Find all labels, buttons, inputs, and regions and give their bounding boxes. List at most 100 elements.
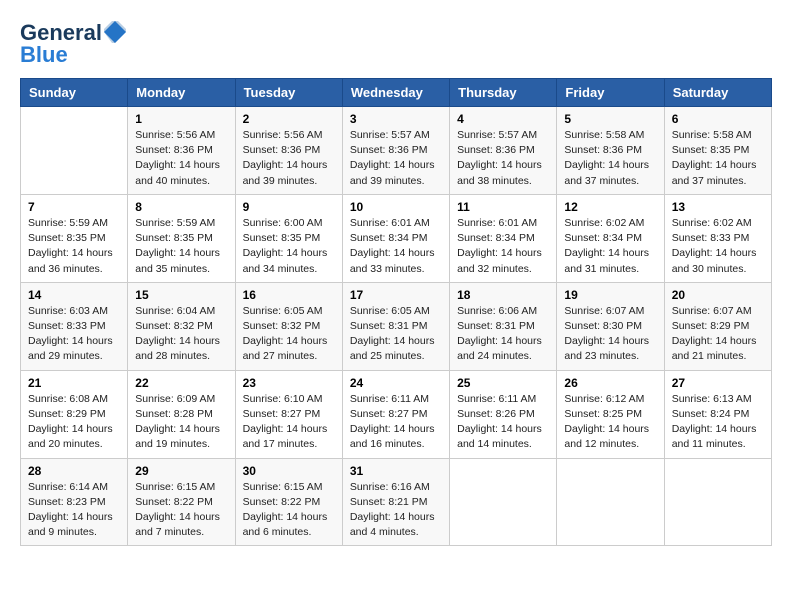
calendar-cell: 14 Sunrise: 6:03 AM Sunset: 8:33 PM Dayli…	[21, 282, 128, 370]
day-info: Sunrise: 6:02 AM Sunset: 8:34 PM Dayligh…	[564, 216, 656, 277]
day-number: 5	[564, 112, 656, 126]
calendar-cell: 26 Sunrise: 6:12 AM Sunset: 8:25 PM Dayli…	[557, 370, 664, 458]
calendar-cell: 22Sunrise: 6:09 AM Sunset: 8:28 PM Dayli…	[128, 370, 235, 458]
day-info: Sunrise: 6:05 AM Sunset: 8:32 PM Dayligh…	[243, 304, 335, 365]
calendar-cell	[450, 458, 557, 546]
calendar-cell: 31 Sunrise: 6:16 AM Sunset: 8:21 PM Dayli…	[342, 458, 449, 546]
header-wednesday: Wednesday	[342, 79, 449, 107]
calendar-cell: 18 Sunrise: 6:06 AM Sunset: 8:31 PM Dayli…	[450, 282, 557, 370]
day-number: 19	[564, 288, 656, 302]
day-number: 28	[28, 464, 120, 478]
day-info: Sunrise: 5:57 AM Sunset: 8:36 PM Dayligh…	[457, 128, 549, 189]
day-number: 16	[243, 288, 335, 302]
calendar-cell: 28 Sunrise: 6:14 AM Sunset: 8:23 PM Dayli…	[21, 458, 128, 546]
day-number: 29	[135, 464, 227, 478]
day-number: 1	[135, 112, 227, 126]
day-info: Sunrise: 5:58 AM Sunset: 8:35 PM Dayligh…	[672, 128, 764, 189]
day-number: 4	[457, 112, 549, 126]
calendar-cell: 7 Sunrise: 5:59 AM Sunset: 8:35 PM Daylig…	[21, 194, 128, 282]
calendar-cell: 12 Sunrise: 6:02 AM Sunset: 8:34 PM Dayli…	[557, 194, 664, 282]
day-number: 8	[135, 200, 227, 214]
page-header: General Blue	[20, 20, 772, 68]
calendar-cell: 10 Sunrise: 6:01 AM Sunset: 8:34 PM Dayli…	[342, 194, 449, 282]
calendar-cell: 19 Sunrise: 6:07 AM Sunset: 8:30 PM Dayli…	[557, 282, 664, 370]
day-info: Sunrise: 5:56 AM Sunset: 8:36 PM Dayligh…	[243, 128, 335, 189]
day-info: Sunrise: 6:01 AM Sunset: 8:34 PM Dayligh…	[350, 216, 442, 277]
day-info: Sunrise: 5:59 AM Sunset: 8:35 PM Dayligh…	[28, 216, 120, 277]
header-tuesday: Tuesday	[235, 79, 342, 107]
day-info: Sunrise: 6:07 AM Sunset: 8:30 PM Dayligh…	[564, 304, 656, 365]
calendar-cell: 1 Sunrise: 5:56 AM Sunset: 8:36 PM Daylig…	[128, 107, 235, 195]
week-row-1: 7 Sunrise: 5:59 AM Sunset: 8:35 PM Daylig…	[21, 194, 772, 282]
day-info: Sunrise: 5:58 AM Sunset: 8:36 PM Dayligh…	[564, 128, 656, 189]
day-number: 31	[350, 464, 442, 478]
day-number: 26	[564, 376, 656, 390]
calendar-cell: 24Sunrise: 6:11 AM Sunset: 8:27 PM Dayli…	[342, 370, 449, 458]
calendar-cell: 4 Sunrise: 5:57 AM Sunset: 8:36 PM Daylig…	[450, 107, 557, 195]
calendar-cell	[21, 107, 128, 195]
calendar-cell: 27 Sunrise: 6:13 AM Sunset: 8:24 PM Dayli…	[664, 370, 771, 458]
day-number: 7	[28, 200, 120, 214]
day-info: Sunrise: 6:08 AM Sunset: 8:29 PM Dayligh…	[28, 392, 120, 453]
day-info: Sunrise: 5:59 AM Sunset: 8:35 PM Dayligh…	[135, 216, 227, 277]
day-info: Sunrise: 6:12 AM Sunset: 8:25 PM Dayligh…	[564, 392, 656, 453]
logo-blue: Blue	[20, 42, 68, 68]
calendar-cell: 20 Sunrise: 6:07 AM Sunset: 8:29 PM Dayli…	[664, 282, 771, 370]
day-info: Sunrise: 6:00 AM Sunset: 8:35 PM Dayligh…	[243, 216, 335, 277]
day-info: Sunrise: 6:14 AM Sunset: 8:23 PM Dayligh…	[28, 480, 120, 541]
calendar-cell: 25Sunrise: 6:11 AM Sunset: 8:26 PM Dayli…	[450, 370, 557, 458]
day-info: Sunrise: 6:01 AM Sunset: 8:34 PM Dayligh…	[457, 216, 549, 277]
calendar-cell: 11Sunrise: 6:01 AM Sunset: 8:34 PM Dayli…	[450, 194, 557, 282]
calendar-cell: 16 Sunrise: 6:05 AM Sunset: 8:32 PM Dayli…	[235, 282, 342, 370]
calendar-cell: 13Sunrise: 6:02 AM Sunset: 8:33 PM Dayli…	[664, 194, 771, 282]
header-saturday: Saturday	[664, 79, 771, 107]
week-row-0: 1 Sunrise: 5:56 AM Sunset: 8:36 PM Daylig…	[21, 107, 772, 195]
day-info: Sunrise: 6:03 AM Sunset: 8:33 PM Dayligh…	[28, 304, 120, 365]
week-row-2: 14 Sunrise: 6:03 AM Sunset: 8:33 PM Dayli…	[21, 282, 772, 370]
calendar-table: SundayMondayTuesdayWednesdayThursdayFrid…	[20, 78, 772, 546]
day-number: 9	[243, 200, 335, 214]
header-thursday: Thursday	[450, 79, 557, 107]
day-number: 13	[672, 200, 764, 214]
calendar-cell: 8 Sunrise: 5:59 AM Sunset: 8:35 PM Daylig…	[128, 194, 235, 282]
calendar-cell: 5 Sunrise: 5:58 AM Sunset: 8:36 PM Daylig…	[557, 107, 664, 195]
day-number: 2	[243, 112, 335, 126]
week-row-3: 21 Sunrise: 6:08 AM Sunset: 8:29 PM Dayli…	[21, 370, 772, 458]
calendar-cell: 9 Sunrise: 6:00 AM Sunset: 8:35 PM Daylig…	[235, 194, 342, 282]
day-number: 21	[28, 376, 120, 390]
day-number: 18	[457, 288, 549, 302]
day-number: 15	[135, 288, 227, 302]
day-info: Sunrise: 6:07 AM Sunset: 8:29 PM Dayligh…	[672, 304, 764, 365]
calendar-header-row: SundayMondayTuesdayWednesdayThursdayFrid…	[21, 79, 772, 107]
header-monday: Monday	[128, 79, 235, 107]
day-info: Sunrise: 6:15 AM Sunset: 8:22 PM Dayligh…	[135, 480, 227, 541]
day-number: 17	[350, 288, 442, 302]
day-number: 14	[28, 288, 120, 302]
day-info: Sunrise: 6:11 AM Sunset: 8:27 PM Dayligh…	[350, 392, 442, 453]
day-info: Sunrise: 6:13 AM Sunset: 8:24 PM Dayligh…	[672, 392, 764, 453]
calendar-cell: 29 Sunrise: 6:15 AM Sunset: 8:22 PM Dayli…	[128, 458, 235, 546]
day-number: 20	[672, 288, 764, 302]
day-info: Sunrise: 6:11 AM Sunset: 8:26 PM Dayligh…	[457, 392, 549, 453]
logo: General Blue	[20, 20, 126, 68]
day-info: Sunrise: 6:04 AM Sunset: 8:32 PM Dayligh…	[135, 304, 227, 365]
day-info: Sunrise: 6:16 AM Sunset: 8:21 PM Dayligh…	[350, 480, 442, 541]
calendar-cell: 2 Sunrise: 5:56 AM Sunset: 8:36 PM Daylig…	[235, 107, 342, 195]
calendar-cell: 6Sunrise: 5:58 AM Sunset: 8:35 PM Daylig…	[664, 107, 771, 195]
day-info: Sunrise: 5:56 AM Sunset: 8:36 PM Dayligh…	[135, 128, 227, 189]
day-info: Sunrise: 6:10 AM Sunset: 8:27 PM Dayligh…	[243, 392, 335, 453]
header-friday: Friday	[557, 79, 664, 107]
calendar-cell: 21 Sunrise: 6:08 AM Sunset: 8:29 PM Dayli…	[21, 370, 128, 458]
day-info: Sunrise: 6:06 AM Sunset: 8:31 PM Dayligh…	[457, 304, 549, 365]
calendar-cell: 30Sunrise: 6:15 AM Sunset: 8:22 PM Dayli…	[235, 458, 342, 546]
day-number: 27	[672, 376, 764, 390]
day-number: 10	[350, 200, 442, 214]
day-number: 12	[564, 200, 656, 214]
day-info: Sunrise: 6:09 AM Sunset: 8:28 PM Dayligh…	[135, 392, 227, 453]
logo-icon	[104, 21, 126, 43]
calendar-cell	[557, 458, 664, 546]
calendar-cell: 23Sunrise: 6:10 AM Sunset: 8:27 PM Dayli…	[235, 370, 342, 458]
day-info: Sunrise: 5:57 AM Sunset: 8:36 PM Dayligh…	[350, 128, 442, 189]
day-info: Sunrise: 6:15 AM Sunset: 8:22 PM Dayligh…	[243, 480, 335, 541]
calendar-cell: 15 Sunrise: 6:04 AM Sunset: 8:32 PM Dayli…	[128, 282, 235, 370]
